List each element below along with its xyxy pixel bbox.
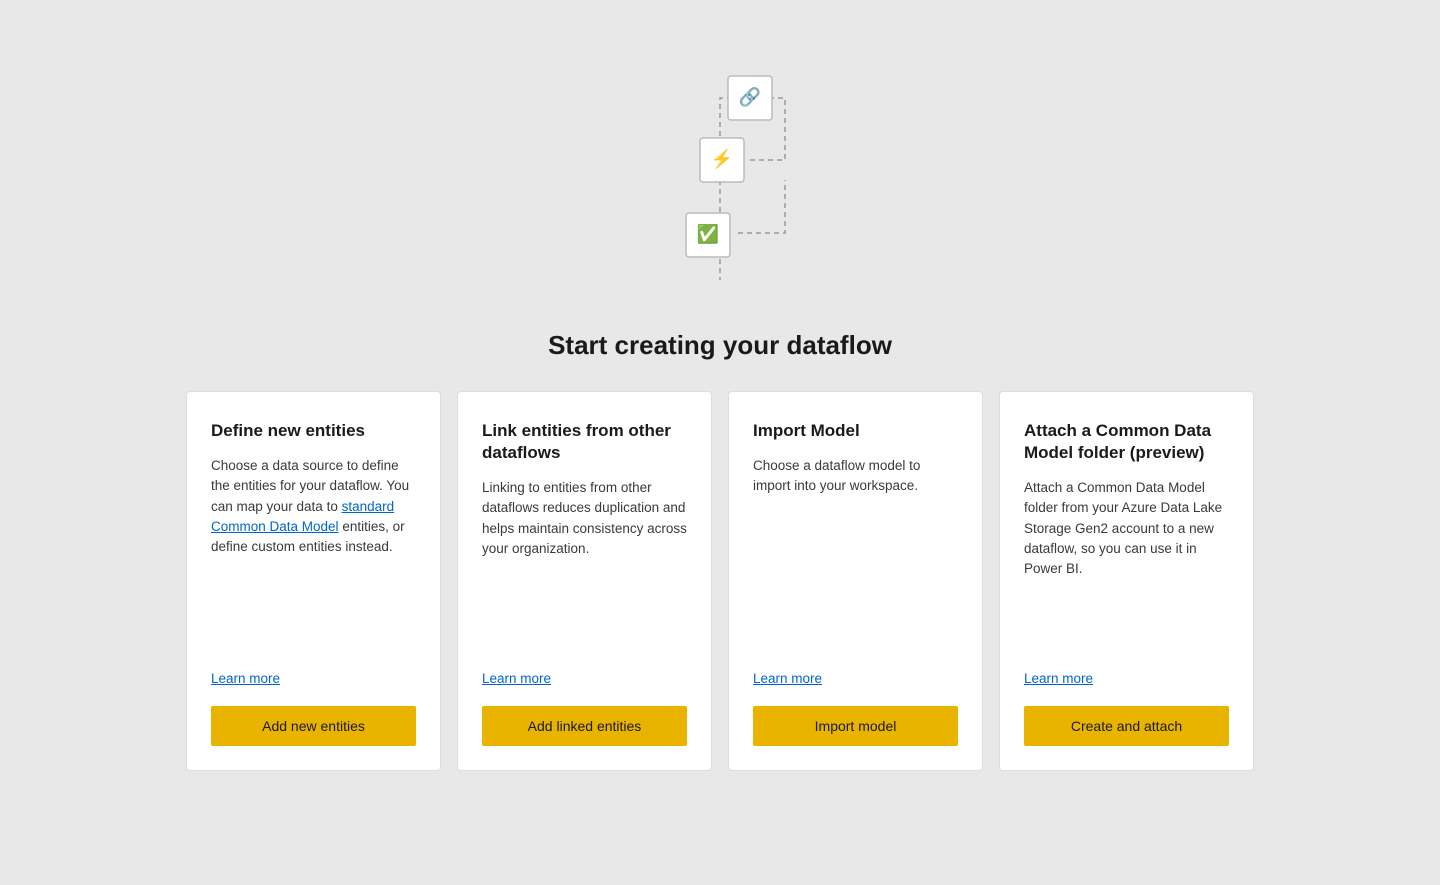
card-import-model-description: Choose a dataflow model to import into y…: [753, 456, 958, 661]
illustration-area: 🔗 ⚡ ✅: [30, 20, 1410, 330]
cards-container: Define new entities Choose a data source…: [170, 391, 1270, 771]
define-new-learn-more-link[interactable]: Learn more: [211, 671, 416, 686]
svg-text:🔗: 🔗: [739, 86, 761, 108]
dataflow-diagram: 🔗 ⚡ ✅: [620, 50, 820, 310]
add-linked-entities-button[interactable]: Add linked entities: [482, 706, 687, 746]
card-define-new-description: Choose a data source to define the entit…: [211, 456, 416, 661]
attach-cdm-learn-more-link[interactable]: Learn more: [1024, 671, 1229, 686]
card-import-model-title: Import Model: [753, 420, 958, 442]
standard-cdm-link[interactable]: standard Common Data Model: [211, 499, 394, 534]
card-link-entities-description: Linking to entities from other dataflows…: [482, 478, 687, 661]
card-link-entities: Link entities from other dataflows Linki…: [457, 391, 712, 771]
add-new-entities-button[interactable]: Add new entities: [211, 706, 416, 746]
card-link-entities-title: Link entities from other dataflows: [482, 420, 687, 464]
card-define-new-title: Define new entities: [211, 420, 416, 442]
card-attach-cdm-title: Attach a Common Data Model folder (previ…: [1024, 420, 1229, 464]
create-and-attach-button[interactable]: Create and attach: [1024, 706, 1229, 746]
import-model-learn-more-link[interactable]: Learn more: [753, 671, 958, 686]
svg-text:✅: ✅: [697, 223, 719, 244]
main-container: 🔗 ⚡ ✅ Start creating your dataflow Defin…: [30, 20, 1410, 811]
link-entities-learn-more-link[interactable]: Learn more: [482, 671, 687, 686]
page-title: Start creating your dataflow: [548, 330, 892, 361]
import-model-button[interactable]: Import model: [753, 706, 958, 746]
card-attach-cdm: Attach a Common Data Model folder (previ…: [999, 391, 1254, 771]
card-import-model: Import Model Choose a dataflow model to …: [728, 391, 983, 771]
card-attach-cdm-description: Attach a Common Data Model folder from y…: [1024, 478, 1229, 661]
svg-text:⚡: ⚡: [711, 148, 733, 170]
card-define-new: Define new entities Choose a data source…: [186, 391, 441, 771]
